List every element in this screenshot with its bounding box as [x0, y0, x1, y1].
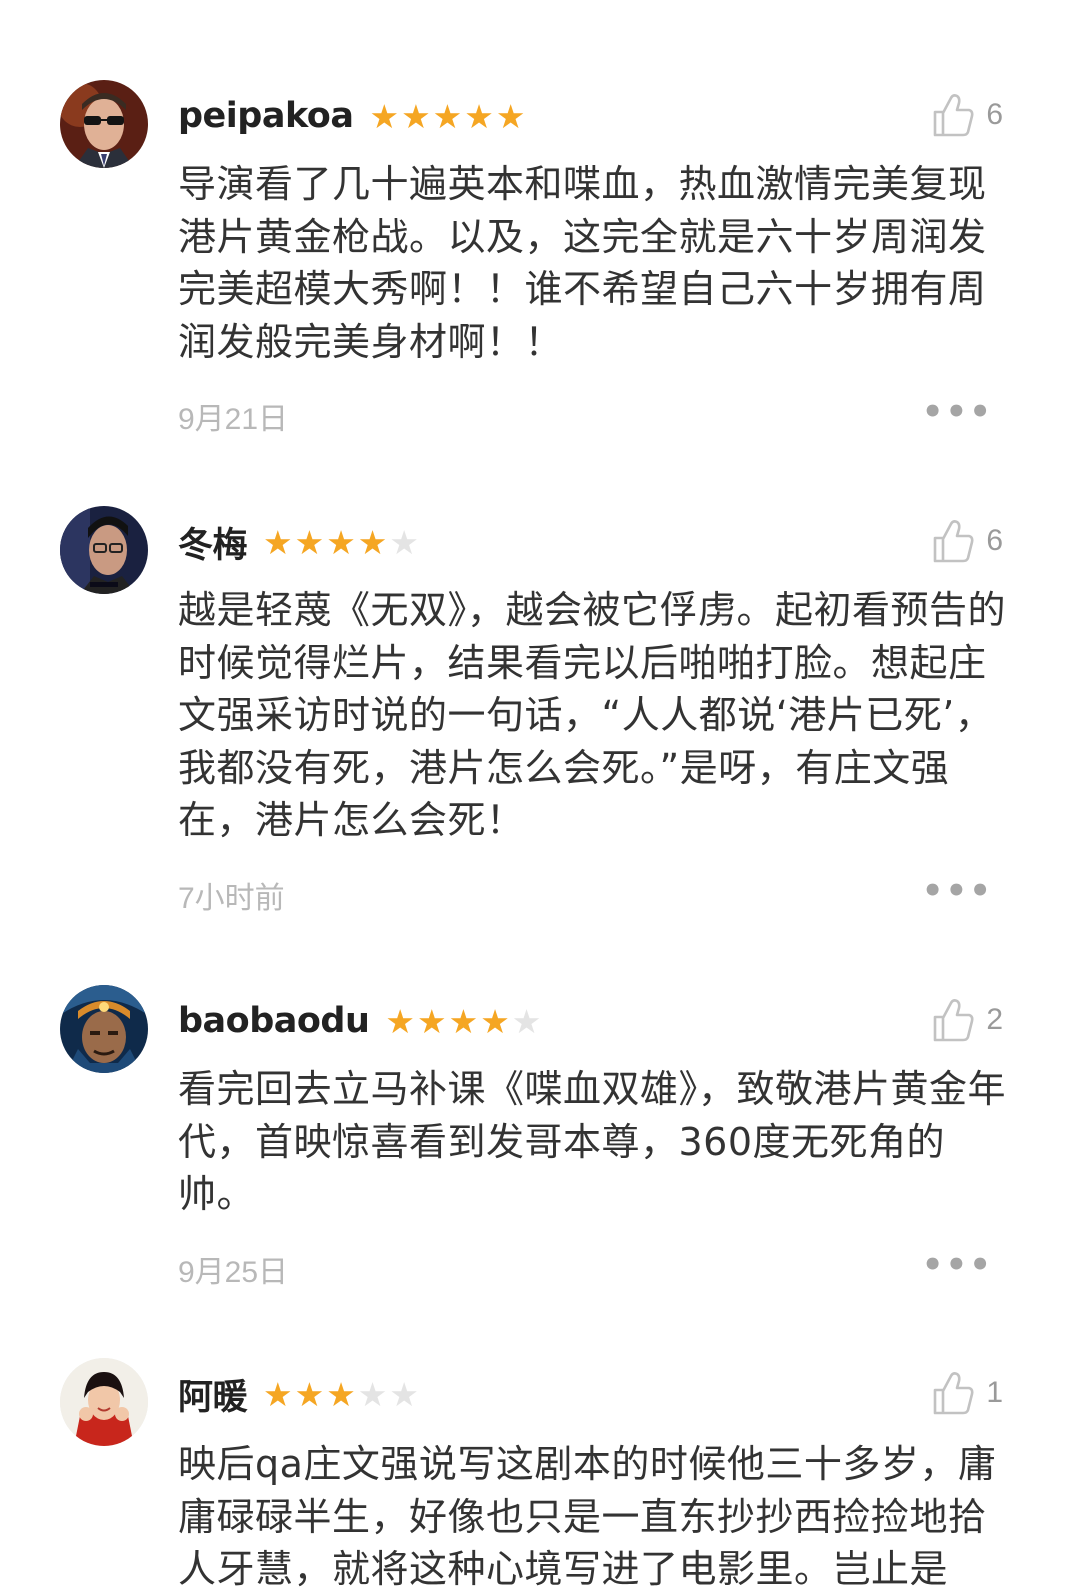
space-marine-avatar-icon — [60, 985, 148, 1073]
star-icon: ★ — [401, 96, 431, 136]
star-icon: ★ — [417, 1001, 447, 1041]
man-glasses-avatar-icon — [60, 506, 148, 594]
star-rating: ★ ★ ★ ★ ★ — [369, 100, 525, 133]
like-count: 6 — [986, 98, 1003, 131]
star-icon: ★ — [357, 522, 388, 562]
star-rating: ★ ★ ★ ★ ★ — [263, 1378, 419, 1411]
username[interactable]: 阿暖 — [178, 1369, 248, 1420]
review-header: baobaodu ★ ★ ★ ★ ★ — [178, 993, 541, 1049]
user-avatar[interactable] — [60, 80, 148, 168]
star-icon: ★ — [448, 1001, 479, 1041]
star-icon: ★ — [326, 522, 356, 562]
user-avatar[interactable] — [60, 506, 148, 594]
star-rating: ★ ★ ★ ★ ★ — [385, 1005, 541, 1038]
review-content: 导演看了几十遍英本和喋血，热血激情完美复现港片黄金枪战。以及，这完全就是六十岁周… — [178, 162, 987, 364]
username[interactable]: peipakoa — [178, 96, 354, 136]
review-header: peipakoa ★ ★ ★ ★ ★ — [178, 88, 525, 144]
review-content: 映后qa庄文强说写这剧本的时候他三十多岁，庸庸碌碌半生，好像也只是一直东抄抄西捡… — [178, 1442, 997, 1591]
star-empty-icon: ★ — [357, 1374, 388, 1414]
star-icon: ★ — [263, 522, 293, 562]
like-count: 6 — [986, 524, 1003, 557]
star-icon: ★ — [480, 1001, 510, 1041]
thumbs-up-icon — [934, 1372, 974, 1415]
review-header: 阿暖 ★ ★ ★ ★ ★ — [178, 1366, 419, 1422]
star-icon: ★ — [495, 96, 526, 136]
like-button[interactable]: 6 — [932, 92, 1003, 138]
star-icon: ★ — [294, 1374, 325, 1414]
like-button[interactable]: 1 — [932, 1370, 1003, 1416]
review-time: 7小时前 — [178, 882, 285, 915]
star-empty-icon: ★ — [511, 1001, 542, 1041]
review-time: 9月25日 — [178, 1256, 289, 1289]
star-rating: ★ ★ ★ ★ ★ — [263, 526, 419, 559]
star-icon: ★ — [464, 96, 494, 136]
star-icon: ★ — [369, 96, 400, 136]
star-empty-icon: ★ — [389, 1374, 419, 1414]
like-count: 1 — [986, 1376, 1003, 1409]
like-button[interactable]: 6 — [932, 518, 1003, 564]
star-icon: ★ — [385, 1001, 415, 1041]
like-button[interactable]: 2 — [932, 997, 1003, 1043]
girl-red-avatar-icon — [60, 1358, 148, 1446]
star-icon: ★ — [326, 1374, 356, 1414]
more-options-button[interactable]: ••• — [922, 871, 993, 911]
review-content: 越是轻蔑《无双》，越会被它俘虏。起初看预告的时候觉得烂片，结果看完以后啪啪打脸。… — [178, 588, 1007, 842]
star-empty-icon: ★ — [389, 522, 419, 562]
thumbs-up-icon — [934, 94, 974, 137]
user-avatar[interactable] — [60, 985, 148, 1073]
review-content: 看完回去立马补课《喋血双雄》，致敬港片黄金年代，首映惊喜看到发哥本尊，360度无… — [178, 1067, 1007, 1216]
thumbs-up-icon — [934, 520, 974, 563]
review-time: 9月21日 — [178, 403, 289, 436]
username[interactable]: 冬梅 — [178, 517, 248, 568]
review-header: 冬梅 ★ ★ ★ ★ ★ — [178, 514, 419, 570]
thumbs-up-icon — [934, 999, 974, 1042]
more-options-button[interactable]: ••• — [922, 1245, 993, 1285]
star-icon: ★ — [294, 522, 325, 562]
more-options-button[interactable]: ••• — [922, 392, 993, 432]
like-count: 2 — [986, 1003, 1003, 1036]
star-icon: ★ — [432, 96, 463, 136]
user-avatar[interactable] — [60, 1358, 148, 1446]
star-icon: ★ — [263, 1374, 293, 1414]
username[interactable]: baobaodu — [178, 1001, 370, 1041]
man-sunglasses-avatar-icon — [60, 80, 148, 168]
